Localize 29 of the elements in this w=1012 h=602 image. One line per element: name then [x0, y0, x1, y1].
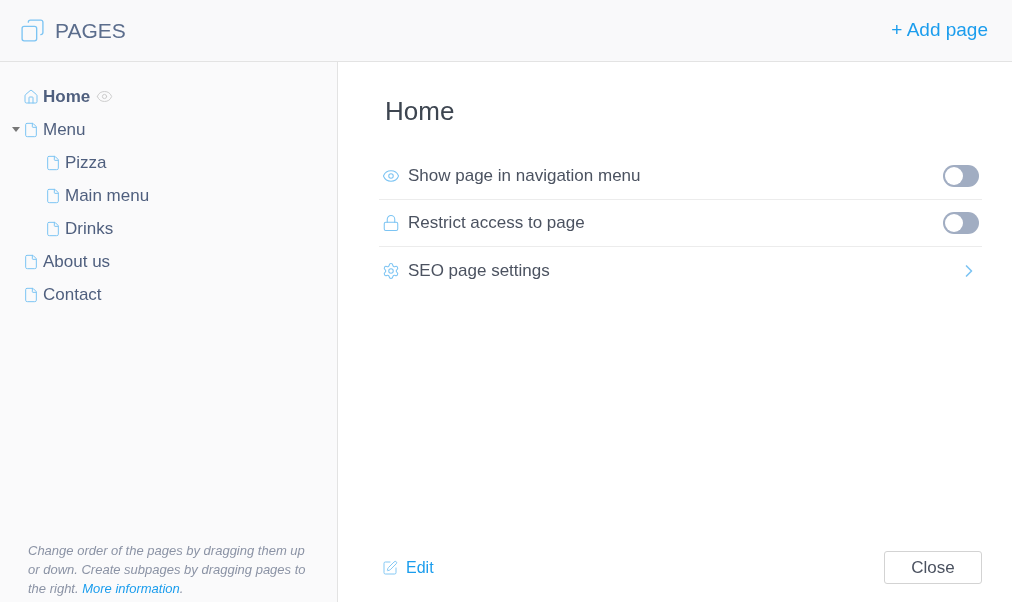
page-tree-item[interactable]: Menu: [43, 116, 86, 143]
toggle-switch[interactable]: [943, 212, 979, 234]
page-tree-item[interactable]: Main menu: [65, 182, 150, 209]
panel-title: PAGES: [55, 17, 126, 44]
close-button[interactable]: Close: [884, 551, 982, 584]
page-tree-item[interactable]: Contact: [43, 281, 102, 308]
setting-label: Show page in navigation menu: [408, 165, 641, 188]
page-tree-item[interactable]: About us: [43, 248, 111, 275]
document-icon: [23, 121, 39, 138]
toggle-switch[interactable]: [943, 165, 979, 187]
eye-icon: [382, 167, 400, 185]
house-icon: [23, 88, 39, 105]
page-tree-item[interactable]: Home: [43, 83, 91, 110]
document-icon: [23, 286, 39, 303]
document-icon: [23, 253, 39, 270]
edit-icon: [382, 559, 398, 576]
page-tree-item[interactable]: Drinks: [65, 215, 114, 242]
setting-label: Restrict access to page: [408, 212, 585, 235]
document-icon: [45, 187, 61, 204]
lock-icon: [382, 214, 400, 232]
document-icon: [45, 220, 61, 237]
pages-icon: [20, 18, 45, 43]
help-text: Change order of the pages by dragging them up or down. Create subpages by dragging pages to the right. More information.: [27, 542, 307, 598]
page-tree-item[interactable]: Pizza: [65, 149, 107, 176]
page-title: Home: [385, 95, 456, 128]
document-icon: [45, 154, 61, 171]
settings-icon: [382, 261, 400, 280]
setting-label: SEO page settings: [408, 259, 550, 282]
expand-caret-icon[interactable]: [12, 127, 20, 132]
